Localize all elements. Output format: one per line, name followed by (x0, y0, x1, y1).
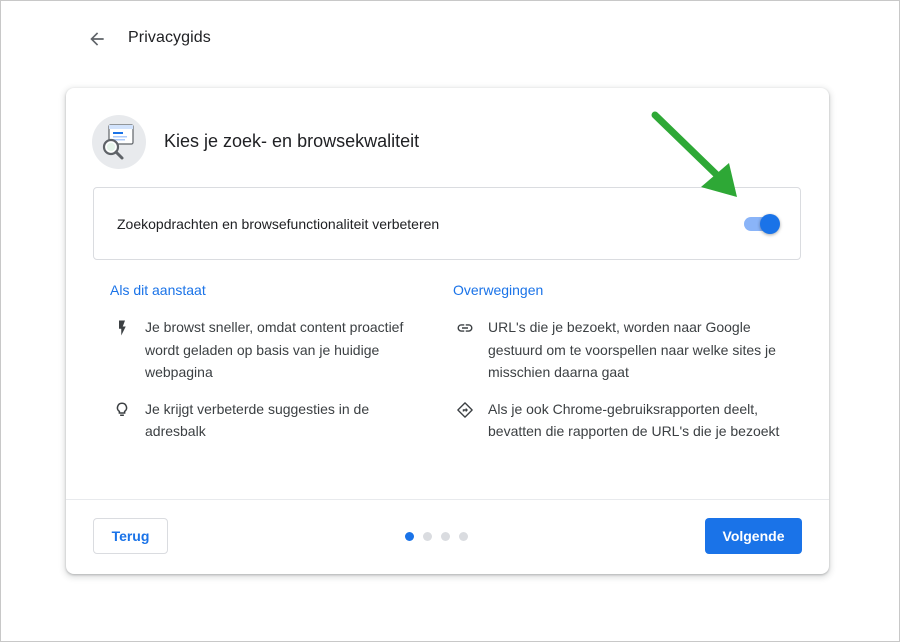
search-magnifier-illustration-icon (92, 115, 146, 169)
toggle-knob (760, 214, 780, 234)
list-item: URL's die je bezoekt, worden naar Google… (453, 316, 783, 384)
list-item-text: URL's die je bezoekt, worden naar Google… (488, 319, 776, 380)
footer-divider (66, 499, 829, 500)
step-dot (423, 532, 432, 541)
step-indicator (405, 532, 468, 541)
back-step-button[interactable]: Terug (93, 518, 168, 554)
when-on-heading: Als dit aanstaat (110, 282, 206, 298)
step-dot (405, 532, 414, 541)
considerations-heading: Overwegingen (453, 282, 544, 298)
link-icon (457, 324, 473, 332)
step-dot (459, 532, 468, 541)
list-item-text: Je krijgt verbeterde suggesties in de ad… (145, 400, 370, 440)
page-title: Privacygids (128, 29, 211, 46)
list-item-text: Je browst sneller, omdat content proacti… (145, 319, 404, 380)
list-item: Als je ook Chrome-gebruiksrapporten deel… (453, 398, 783, 443)
annotation-arrow-icon (651, 111, 737, 197)
back-button[interactable] (83, 25, 111, 53)
toggle-label: Zoekopdrachten en browsefunctionaliteit … (117, 216, 440, 232)
considerations-section: Overwegingen URL's die je bezoekt, worde… (453, 282, 783, 443)
lightbulb-icon (116, 401, 128, 416)
diamond-direction-icon (457, 401, 473, 418)
step-dot (441, 532, 450, 541)
next-button[interactable]: Volgende (705, 518, 802, 554)
improve-search-toggle[interactable] (742, 214, 780, 234)
when-on-section: Als dit aanstaat Je browst sneller, omda… (110, 282, 430, 443)
list-item: Je krijgt verbeterde suggesties in de ad… (110, 398, 430, 443)
top-bar: Privacygids (1, 1, 899, 77)
card-title: Kies je zoek- en browsekwaliteit (164, 131, 420, 151)
bolt-icon (119, 320, 126, 336)
list-item: Je browst sneller, omdat content proacti… (110, 316, 430, 384)
list-item-text: Als je ook Chrome-gebruiksrapporten deel… (488, 400, 780, 440)
arrow-left-icon (90, 32, 104, 46)
